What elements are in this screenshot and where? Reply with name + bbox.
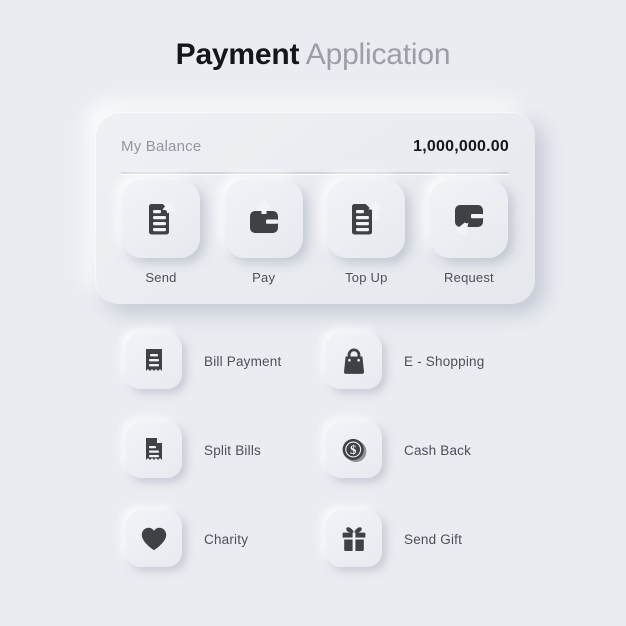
menu-grid: Bill Payment E - Shopping Split Bills $ … — [126, 333, 526, 567]
action-tile-topup[interactable] — [327, 180, 406, 258]
gift-box-icon — [339, 524, 369, 554]
heart-icon — [139, 524, 169, 554]
menu-label-send-gift: Send Gift — [404, 531, 463, 547]
menu-tile-charity[interactable] — [126, 511, 182, 567]
dollar-coin-icon: $ — [339, 435, 369, 465]
menu-label-cash-back: Cash Back — [404, 442, 472, 458]
menu-item-cash-back[interactable]: $ Cash Back — [326, 422, 526, 478]
menu-label-e-shopping: E - Shopping — [404, 353, 485, 369]
action-button-send[interactable]: Send — [121, 180, 201, 285]
receipt-icon — [139, 346, 169, 376]
action-button-pay[interactable]: Pay — [224, 180, 304, 285]
menu-label-bill-payment: Bill Payment — [204, 353, 282, 369]
menu-item-bill-payment[interactable]: Bill Payment — [126, 333, 326, 389]
menu-item-send-gift[interactable]: Send Gift — [326, 511, 526, 567]
document-send-icon — [139, 197, 183, 241]
action-label-topup: Top Up — [345, 270, 388, 285]
menu-item-charity[interactable]: Charity — [126, 511, 326, 567]
page-title-light: Application — [305, 38, 451, 71]
menu-label-split-bills: Split Bills — [204, 442, 261, 458]
page-title-strong: Payment — [175, 38, 300, 71]
action-tile-request[interactable] — [429, 180, 508, 258]
action-label-pay: Pay — [252, 270, 276, 285]
action-button-topup[interactable]: Top Up — [326, 180, 406, 285]
balance-card: My Balance 1,000,000.00 Send Pay Top Up … — [95, 112, 535, 304]
balance-row: My Balance 1,000,000.00 — [121, 138, 509, 156]
split-receipt-icon — [139, 435, 169, 465]
svg-text:$: $ — [350, 443, 356, 457]
action-tile-send[interactable] — [122, 180, 200, 258]
menu-tile-split-bills[interactable] — [126, 422, 182, 478]
handbag-icon — [339, 346, 369, 376]
menu-tile-send-gift[interactable] — [326, 511, 382, 567]
menu-tile-cash-back[interactable]: $ — [326, 422, 382, 478]
action-button-request[interactable]: Request — [429, 180, 509, 285]
menu-item-e-shopping[interactable]: E - Shopping — [326, 333, 526, 389]
action-tile-pay[interactable] — [224, 180, 303, 258]
balance-divider — [121, 172, 509, 174]
wallet-down-arrow-icon — [447, 197, 491, 241]
action-label-send: Send — [145, 270, 177, 285]
balance-amount: 1,000,000.00 — [413, 138, 509, 155]
menu-tile-bill-payment[interactable] — [126, 333, 182, 389]
action-label-request: Request — [444, 270, 494, 285]
wallet-up-arrow-icon — [242, 197, 286, 241]
menu-item-split-bills[interactable]: Split Bills — [126, 422, 326, 478]
page-title: Payment Application — [0, 38, 626, 72]
document-up-arrow-icon — [344, 197, 388, 241]
menu-label-charity: Charity — [204, 531, 249, 547]
action-button-row: Send Pay Top Up Request — [121, 180, 509, 285]
balance-label: My Balance — [121, 138, 202, 155]
menu-tile-e-shopping[interactable] — [326, 333, 382, 389]
